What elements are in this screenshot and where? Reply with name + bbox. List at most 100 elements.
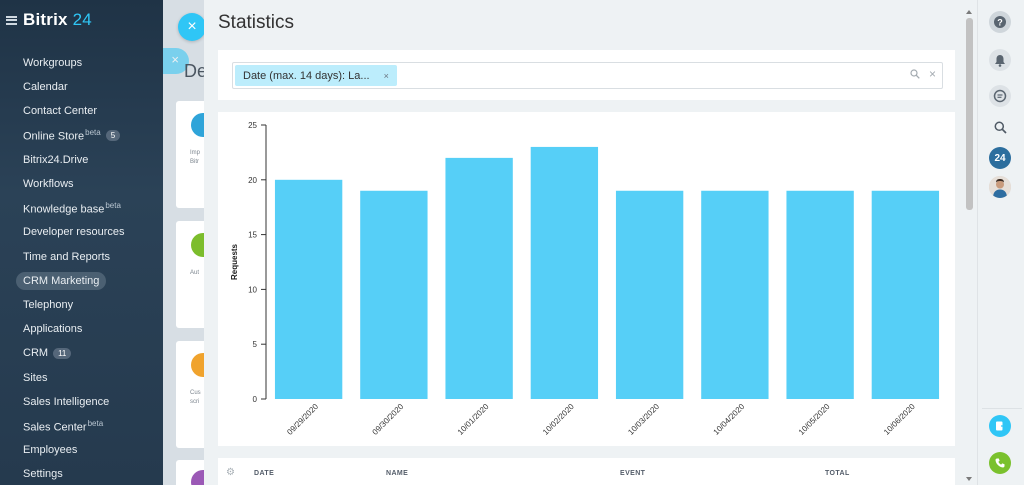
- phone-icon[interactable]: [989, 452, 1011, 474]
- sidebar-item-label: Employees: [23, 444, 78, 457]
- background-page: × De Imp Bitr Aut Cus scri: [163, 0, 204, 485]
- sidebar-item[interactable]: Calendar: [0, 75, 163, 99]
- filter-chip[interactable]: Date (max. 14 days): La... ×: [235, 65, 397, 86]
- background-card: [176, 460, 204, 485]
- close-slider-button[interactable]: ×: [178, 13, 206, 41]
- beta-label: beta: [87, 418, 104, 428]
- sidebar-item[interactable]: CRM Marketing: [0, 269, 163, 293]
- card-icon: [191, 353, 204, 377]
- filter-chip-remove-icon[interactable]: ×: [384, 71, 389, 81]
- dialog-icon[interactable]: [989, 415, 1011, 437]
- sidebar-item[interactable]: Applications: [0, 317, 163, 341]
- y-tick-label: 10: [248, 285, 257, 294]
- filter-input[interactable]: Date (max. 14 days): La... × ×: [232, 62, 943, 89]
- sidebar-item-label: Telephony: [23, 298, 74, 311]
- help-icon[interactable]: ?: [989, 11, 1011, 33]
- sidebar-item[interactable]: Sites: [0, 365, 163, 389]
- search-icon[interactable]: [989, 116, 1011, 138]
- card-text: Cus scri: [190, 390, 201, 405]
- y-tick-label: 5: [253, 340, 258, 349]
- sidebar-item-label-wrap: Workgroups: [23, 57, 82, 69]
- column-header-date[interactable]: DATE: [254, 470, 274, 477]
- background-card: Aut: [176, 221, 204, 328]
- card-text: Imp Bitr: [190, 150, 201, 165]
- scroll-down-icon[interactable]: [966, 477, 972, 481]
- x-tick-label: 10/06/2020: [882, 402, 917, 437]
- sidebar-item-label: Sales Intelligence: [23, 395, 110, 408]
- svg-text:?: ?: [997, 18, 1003, 28]
- sidebar-item-label-wrap: Sites: [23, 372, 47, 384]
- sidebar-item[interactable]: Workgroups: [0, 51, 163, 75]
- chat-icon[interactable]: [989, 85, 1011, 107]
- sidebar-item-label-wrap: Sales Intelligence: [23, 396, 109, 408]
- beta-label: beta: [85, 128, 101, 138]
- clear-filter-icon[interactable]: ×: [929, 67, 936, 81]
- sidebar-item[interactable]: CRM 11: [0, 341, 163, 365]
- sidebar-item[interactable]: Employees: [0, 438, 163, 462]
- sidebar-item[interactable]: Contact Center: [0, 99, 163, 123]
- sidebar-item-label-wrap: CRM: [23, 347, 48, 359]
- rail-divider: [982, 408, 1022, 409]
- sidebar-item[interactable]: Settings: [0, 462, 163, 485]
- bar: [530, 146, 599, 399]
- sidebar-item-label: Applications: [23, 323, 83, 336]
- count-badge: 5: [105, 130, 121, 142]
- sidebar-item-label-wrap: Contact Center: [23, 105, 97, 117]
- page-title: Statistics: [218, 12, 295, 33]
- sidebar-item-label-wrap: Online Storebeta: [23, 128, 101, 143]
- column-header-total[interactable]: TOTAL: [825, 470, 850, 477]
- user-avatar[interactable]: [989, 176, 1011, 198]
- y-tick-label: 15: [248, 231, 257, 240]
- bar: [871, 190, 940, 399]
- sidebar-item-label-wrap: Developer resources: [23, 226, 125, 238]
- sidebar-item-label: Settings: [23, 468, 63, 481]
- sidebar-item[interactable]: Online Storebeta 5: [0, 124, 163, 148]
- sidebar-item[interactable]: Bitrix24.Drive: [0, 148, 163, 172]
- sidebar-item[interactable]: Developer resources: [0, 220, 163, 244]
- gear-icon[interactable]: ⚙: [226, 467, 235, 478]
- search-icon[interactable]: [910, 69, 920, 79]
- sidebar-item[interactable]: Telephony: [0, 293, 163, 317]
- app-number: 24: [72, 10, 92, 29]
- sidebar-item-label: CRM: [23, 347, 49, 360]
- column-header-event[interactable]: EVENT: [620, 470, 645, 477]
- scroll-up-icon[interactable]: [966, 10, 972, 14]
- sidebar-item-label-wrap: Employees: [23, 444, 77, 456]
- sidebar-item-label: Bitrix24.Drive: [23, 153, 89, 166]
- sidebar-item[interactable]: Time and Reports: [0, 245, 163, 269]
- statistics-panel: Statistics Date (max. 14 days): La... × …: [204, 0, 977, 485]
- bar: [615, 190, 684, 399]
- x-tick-label: 10/05/2020: [797, 402, 832, 437]
- menu-icon[interactable]: [6, 15, 17, 25]
- column-header-name[interactable]: NAME: [386, 470, 408, 477]
- bar-chart: 0 5 10 15 20 25 Requests 09/29/2020 09/30/2020 10…: [230, 121, 940, 437]
- sidebar-item-label: Knowledge base: [23, 203, 105, 216]
- bar: [445, 157, 513, 399]
- sidebar-item[interactable]: Workflows: [0, 172, 163, 196]
- sidebar-item-label-wrap: Time and Reports: [23, 251, 110, 263]
- scrollbar-thumb[interactable]: [966, 18, 973, 210]
- sidebar-nav: Workgroups Calendar Contact Center Online S…: [0, 51, 163, 485]
- sidebar-item-label-wrap: Calendar: [23, 81, 68, 93]
- sidebar-item-label: Developer resources: [23, 226, 125, 239]
- bell-icon[interactable]: [989, 49, 1011, 71]
- sidebar-item[interactable]: Sales Centerbeta: [0, 414, 163, 438]
- bitrix24-badge[interactable]: 24: [989, 147, 1011, 169]
- x-tick-label: 10/01/2020: [456, 402, 491, 437]
- sidebar-item-label-wrap: CRM Marketing: [16, 271, 107, 290]
- requests-chart: 0 5 10 15 20 25 Requests 09/29/2020 09/30/2020 10…: [218, 112, 955, 446]
- sidebar-item-label-wrap: Workflows: [23, 178, 74, 190]
- sidebar-item-label: Workflows: [23, 178, 74, 191]
- sidebar-item[interactable]: Sales Intelligence: [0, 390, 163, 414]
- filter-bar: Date (max. 14 days): La... × ×: [218, 50, 955, 100]
- brand: Bitrix 24: [6, 10, 92, 30]
- card-text: Aut: [190, 270, 200, 276]
- sidebar-item[interactable]: Knowledge basebeta: [0, 196, 163, 220]
- statistics-table: ⚙ DATE NAME EVENT TOTAL: [218, 458, 955, 485]
- sidebar-item-label: Online Store: [23, 130, 85, 143]
- app-logo[interactable]: Bitrix 24: [23, 10, 92, 30]
- app-name: Bitrix: [23, 10, 68, 29]
- sidebar-item-label: Workgroups: [23, 57, 83, 70]
- panel-scrollbar[interactable]: [962, 6, 976, 485]
- sidebar-item-label: Sales Center: [23, 421, 87, 434]
